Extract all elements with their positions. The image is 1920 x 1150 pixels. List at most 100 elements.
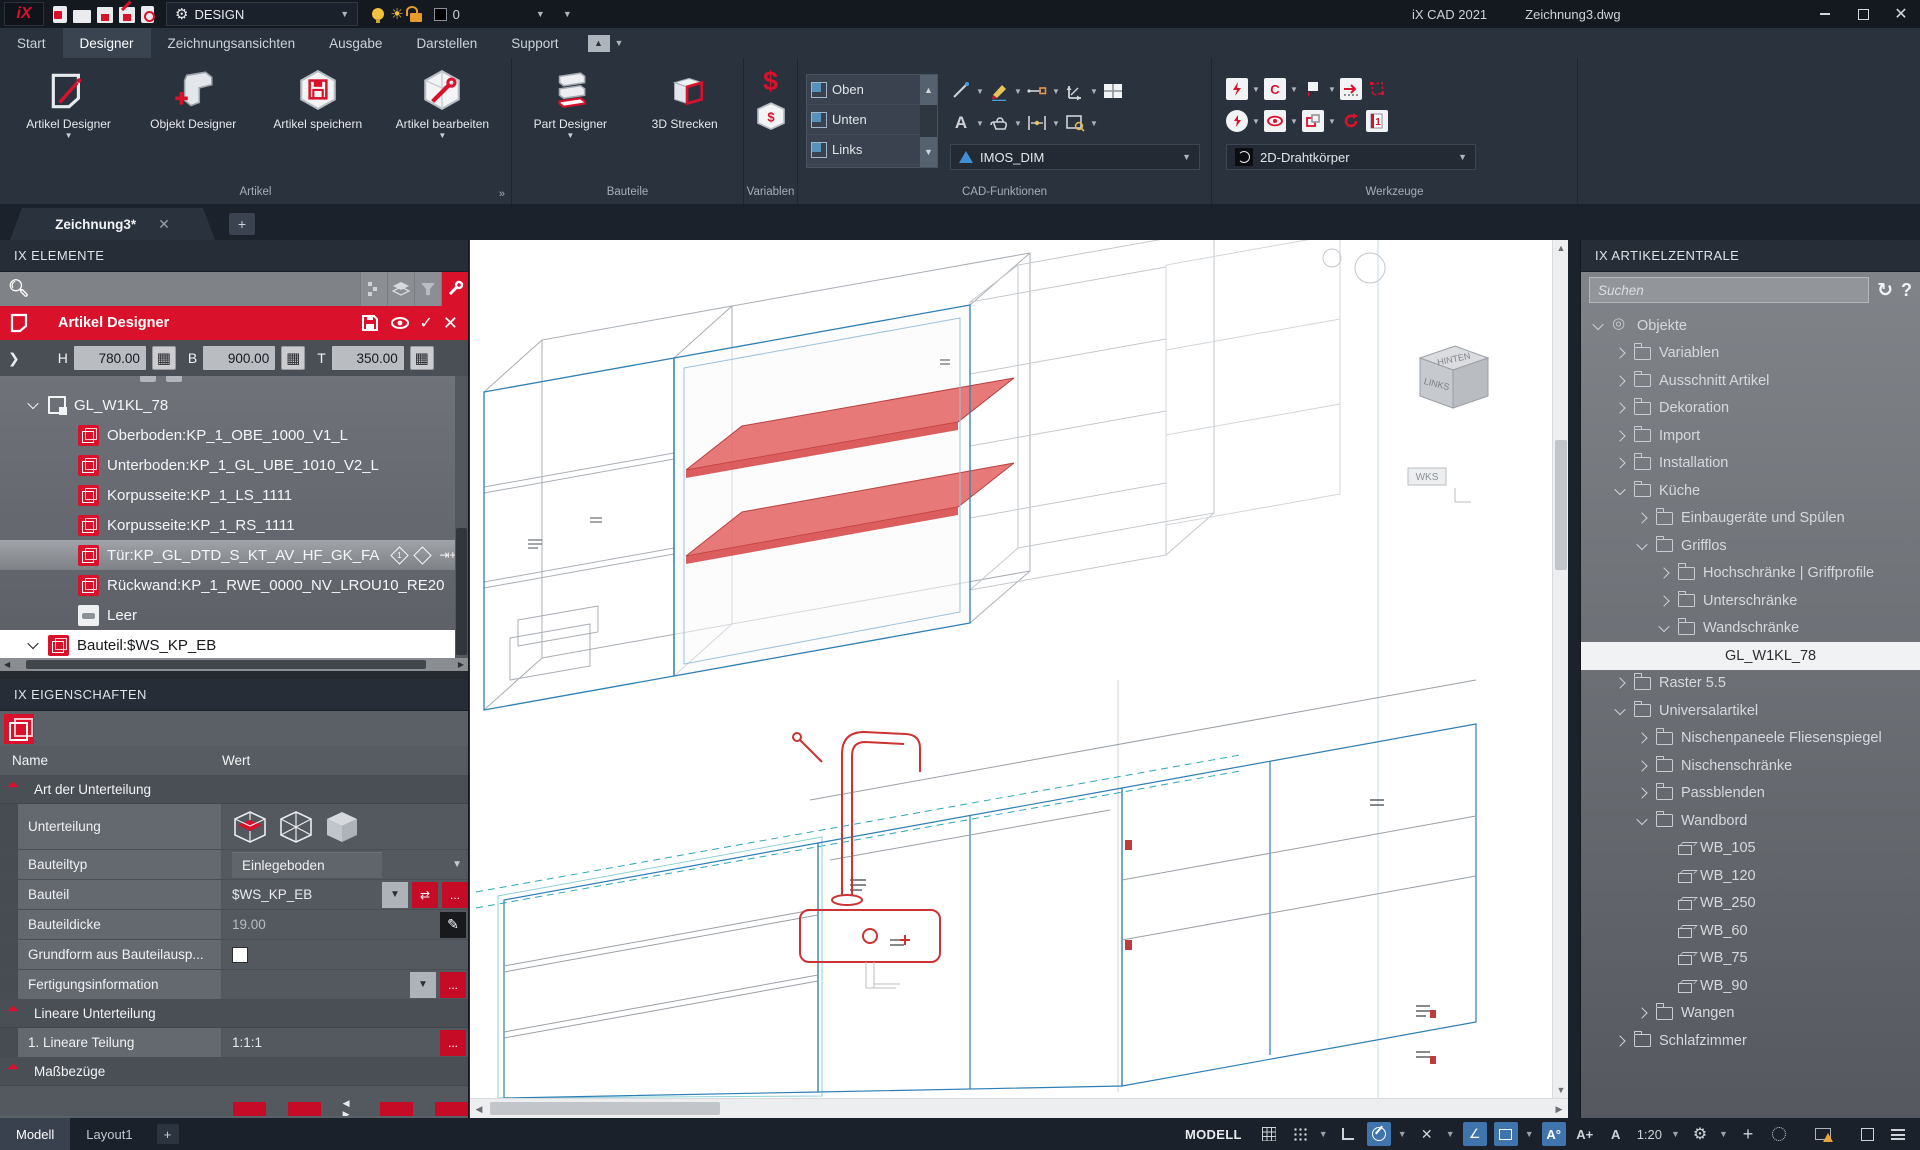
new-layout-button[interactable]: + — [157, 1124, 179, 1144]
height-input[interactable]: 780.00 — [74, 346, 146, 370]
group-lineare-unterteilung[interactable]: Lineare Unterteilung — [0, 1000, 468, 1028]
group-art-der-unterteilung[interactable]: Art der Unterteilung — [0, 776, 468, 804]
fullscreen-icon[interactable] — [1855, 1122, 1879, 1146]
tree-row[interactable]: Tür:KP_GL_DTD_S_KT_AV_HF_GK_FA 1 ⇥+ — [0, 540, 468, 570]
chevron-icon[interactable] — [1613, 707, 1626, 715]
grundform-checkbox[interactable] — [232, 947, 248, 963]
chevron-down-icon[interactable]: ▼ — [452, 859, 462, 870]
chevron-down-icon[interactable]: ▼ — [1319, 1129, 1329, 1139]
view-cube[interactable]: HINTEN LINKS — [1420, 346, 1488, 408]
chevron-down-icon[interactable]: ▼ — [1719, 1129, 1729, 1139]
catalog-tree-row[interactable]: Einbaugeräte und Spülen — [1581, 505, 1920, 533]
vertex-edit-icon[interactable] — [1366, 78, 1388, 100]
chevron-icon[interactable] — [1635, 1009, 1648, 1017]
chevron-icon[interactable] — [1635, 789, 1648, 797]
artikel-designer-button[interactable]: Artikel Designer ▼ — [13, 68, 125, 138]
elements-search-input[interactable] — [38, 272, 360, 306]
maximize-button[interactable] — [1844, 0, 1882, 28]
open-file-icon[interactable] — [73, 10, 91, 23]
ucs-tool-icon[interactable] — [1064, 80, 1086, 102]
dimension-tool-icon[interactable] — [1026, 80, 1048, 102]
chevron-icon[interactable] — [1613, 377, 1626, 385]
copy-squares-icon[interactable] — [1302, 110, 1324, 132]
chevron-down-icon[interactable]: ▼ — [1328, 85, 1336, 94]
dimension-style-dropdown[interactable]: IMOS_DIM ▼ — [950, 144, 1200, 170]
chevron-icon[interactable] — [1635, 817, 1648, 825]
chevron-down-icon[interactable]: ▼ — [1398, 1129, 1408, 1139]
export-icon[interactable] — [141, 6, 154, 23]
crosshair-icon[interactable]: + — [1736, 1122, 1760, 1146]
catalog-tree-row[interactable]: Objekte — [1581, 312, 1920, 340]
fertigung-dropdown-icon[interactable]: ▼ — [410, 972, 436, 998]
catalog-tree-row[interactable]: Nischenschränke — [1581, 752, 1920, 780]
confirm-icon[interactable]: ✓ — [420, 313, 433, 333]
catalog-tree-row[interactable]: Wandbord — [1581, 807, 1920, 835]
catalog-tree-row[interactable]: Küche — [1581, 477, 1920, 505]
brightness-icon[interactable]: ☀ — [390, 5, 403, 23]
expand-icon[interactable]: ❯ — [8, 350, 20, 367]
catalog-tree-row[interactable]: Universalartikel — [1581, 697, 1920, 725]
polar-tracking-icon[interactable] — [1367, 1122, 1391, 1146]
refresh-icon[interactable]: ↻ — [1877, 279, 1893, 302]
line-tool-icon[interactable] — [950, 80, 972, 102]
edit-pencil-icon[interactable]: ✎ — [440, 912, 466, 938]
eye-icon[interactable] — [390, 313, 410, 333]
chevron-down-icon[interactable]: ▼ — [1052, 87, 1060, 96]
chevron-down-icon[interactable]: ▼ — [976, 119, 984, 128]
section-expand-icon[interactable]: » — [499, 188, 505, 200]
angle-snap-icon[interactable]: ∠ — [1463, 1122, 1487, 1146]
close-button[interactable]: ✕ — [1882, 0, 1920, 28]
view-list-item[interactable]: Links — [807, 135, 920, 165]
viewport-v-scrollbar[interactable]: ▲ ▼ — [1552, 240, 1568, 1098]
lightbulb-icon[interactable] — [372, 8, 384, 20]
insert-grid-icon[interactable] — [1340, 78, 1362, 100]
flag-tool-icon[interactable] — [1302, 78, 1324, 100]
minimize-button[interactable] — [1806, 0, 1844, 28]
dimension-auto-icon[interactable] — [1026, 112, 1048, 134]
catalog-tree-row[interactable]: WB_120 — [1581, 862, 1920, 890]
chevron-down-icon[interactable]: ▼ — [1090, 87, 1098, 96]
catalog-tree-row[interactable]: WB_60 — [1581, 917, 1920, 945]
new-tab-button[interactable]: + — [229, 213, 255, 235]
view-list-scrollbar[interactable]: ▲ ▼ — [920, 75, 937, 167]
bauteiltyp-dropdown[interactable]: Einlegeboden — [232, 852, 382, 878]
app-logo-icon[interactable]: iX — [4, 2, 44, 26]
catalog-tree-row[interactable]: Variablen — [1581, 340, 1920, 368]
view-list-item[interactable]: Unten — [807, 105, 920, 135]
artikel-bearbeiten-button[interactable]: Artikel bearbeiten ▼ — [386, 68, 498, 138]
doc-one-icon[interactable]: 1 — [1366, 110, 1388, 132]
layer-color-swatch[interactable] — [434, 8, 447, 21]
save-icon[interactable] — [97, 7, 113, 23]
model-tab[interactable]: Modell — [0, 1118, 70, 1150]
catalog-tree-row[interactable]: WB_250 — [1581, 890, 1920, 918]
strecken-3d-button[interactable]: 3D Strecken — [629, 68, 741, 138]
chevron-icon[interactable] — [1613, 404, 1626, 412]
bauteil-value[interactable]: $WS_KP_EB — [232, 887, 378, 902]
chevron-down-icon[interactable]: ▼ — [1671, 1129, 1681, 1139]
chevron-icon[interactable] — [1657, 597, 1670, 605]
horizontal-division-icon[interactable] — [232, 810, 268, 844]
chevron-icon[interactable] — [26, 641, 40, 649]
teilung-value[interactable]: 1:1:1 — [232, 1035, 262, 1050]
text-tool-icon[interactable]: A — [950, 112, 972, 134]
chevron-icon[interactable] — [1591, 322, 1604, 330]
variables-button[interactable]: $ — [763, 66, 778, 96]
tree-row[interactable]: Korpusseite:KP_1_RS_1111 — [0, 510, 468, 540]
pencil-tool-icon[interactable] — [988, 80, 1010, 102]
menu-tab[interactable]: Zeichnungsansichten — [151, 28, 313, 58]
render-teapot-icon[interactable] — [988, 112, 1010, 134]
badge-diamond-icon[interactable] — [414, 546, 432, 564]
calculator-icon[interactable]: ▦ — [410, 346, 434, 370]
chevron-icon[interactable] — [26, 401, 40, 409]
viewport-canvas[interactable]: HINTEN LINKS WKS — [470, 240, 1552, 1098]
ortho-toggle-icon[interactable] — [1336, 1122, 1360, 1146]
catalog-tree-row[interactable]: Grifflos — [1581, 532, 1920, 560]
solid-cube-icon[interactable] — [324, 810, 360, 844]
chevron-down-icon[interactable]: ▼ — [1052, 119, 1060, 128]
tree-row[interactable]: Leer — [0, 600, 468, 630]
tree-row[interactable]: Unterboden:KP_1_GL_UBE_1010_V2_L — [0, 450, 468, 480]
article-search-input[interactable] — [1589, 277, 1869, 303]
variables-cube-button[interactable]: $ — [752, 98, 790, 136]
zoom-window-icon[interactable] — [1064, 112, 1086, 134]
badge-diamond-1-icon[interactable]: 1 — [391, 546, 409, 564]
